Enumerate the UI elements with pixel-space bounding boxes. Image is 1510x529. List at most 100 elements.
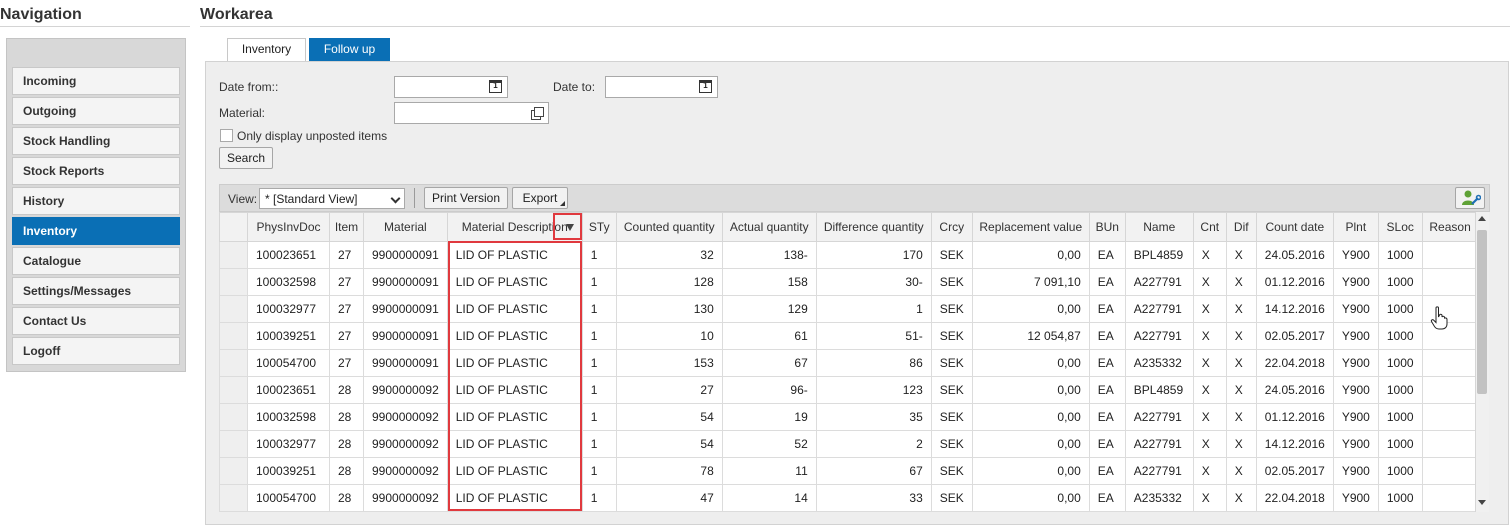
nav-item-outgoing[interactable]: Outgoing xyxy=(12,97,180,125)
col-header-cnt[interactable]: Cnt xyxy=(1192,212,1227,242)
row-selector[interactable] xyxy=(219,403,248,431)
cell-sloc: 1000 xyxy=(1377,349,1423,377)
cell-physinvdoc: 100039251 xyxy=(247,322,330,350)
cell-actual-quantity: 96- xyxy=(721,376,817,404)
nav-item-settings-messages[interactable]: Settings/Messages xyxy=(12,277,180,305)
col-header-material-description[interactable]: Material Description xyxy=(446,212,583,242)
calendar-icon[interactable]: 1 xyxy=(699,80,712,93)
tab-follow-up[interactable]: Follow up xyxy=(309,38,390,61)
col-header-sloc[interactable]: SLoc xyxy=(1377,212,1423,242)
material-input[interactable] xyxy=(394,102,549,124)
table-row[interactable]: 100032598 27 9900000091 LID OF PLASTIC 1 128 1… xyxy=(219,268,1479,296)
col-header-bun[interactable]: BUn xyxy=(1088,212,1126,242)
nav-item-logoff[interactable]: Logoff xyxy=(12,337,180,365)
date-from-input[interactable]: 1 xyxy=(394,76,508,98)
cell-counted-quantity: 47 xyxy=(615,484,723,512)
cell-name: A227791 xyxy=(1124,457,1194,485)
unposted-checkbox-label: Only display unposted items xyxy=(237,129,388,143)
view-select[interactable]: * [Standard View] xyxy=(259,188,405,209)
nav-item-inventory[interactable]: Inventory xyxy=(12,217,180,245)
cell-sloc: 1000 xyxy=(1377,430,1423,458)
col-header-actual-quantity[interactable]: Actual quantity xyxy=(721,212,817,242)
table-row[interactable]: 100032977 27 9900000091 LID OF PLASTIC 1 130 1… xyxy=(219,295,1479,323)
table-row[interactable]: 100054700 28 9900000092 LID OF PLASTIC 1 47 14… xyxy=(219,484,1479,512)
table-row[interactable]: 100032598 28 9900000092 LID OF PLASTIC 1 54 19… xyxy=(219,403,1479,431)
cell-reason xyxy=(1421,376,1479,404)
row-selector[interactable] xyxy=(219,430,248,458)
cell-physinvdoc: 100023651 xyxy=(247,376,330,404)
nav-item-stock-handling[interactable]: Stock Handling xyxy=(12,127,180,155)
col-header-dif[interactable]: Dif xyxy=(1225,212,1257,242)
table-row[interactable]: 100023651 27 9900000091 LID OF PLASTIC 1 32 13… xyxy=(219,241,1479,269)
cell-item: 28 xyxy=(329,376,364,404)
cell-name: BPL4859 xyxy=(1124,376,1194,404)
tab-inventory[interactable]: Inventory xyxy=(227,38,306,61)
table-row[interactable]: 100023651 28 9900000092 LID OF PLASTIC 1 27 96… xyxy=(219,376,1479,404)
row-selector[interactable] xyxy=(219,268,248,296)
col-header-difference-quantity[interactable]: Difference quantity xyxy=(815,212,932,242)
col-header-item[interactable]: Item xyxy=(329,212,364,242)
scroll-up-icon[interactable] xyxy=(1478,216,1486,221)
cell-cnt: X xyxy=(1192,241,1227,269)
cell-dif: X xyxy=(1225,349,1257,377)
col-header-counted-quantity[interactable]: Counted quantity xyxy=(615,212,723,242)
row-selector[interactable] xyxy=(219,457,248,485)
cell-material-description: LID OF PLASTIC xyxy=(446,268,583,296)
nav-item-contact-us[interactable]: Contact Us xyxy=(12,307,180,335)
date-to-input[interactable]: 1 xyxy=(605,76,718,98)
search-button[interactable]: Search xyxy=(219,147,273,169)
cell-count-date: 14.12.2016 xyxy=(1255,295,1334,323)
nav-item-history[interactable]: History xyxy=(12,187,180,215)
row-selector[interactable] xyxy=(219,241,248,269)
cell-material: 9900000092 xyxy=(363,457,448,485)
row-selector[interactable] xyxy=(219,376,248,404)
col-header-crcy[interactable]: Crcy xyxy=(930,212,973,242)
calendar-icon[interactable]: 1 xyxy=(489,80,502,93)
table-row[interactable]: 100054700 27 9900000091 LID OF PLASTIC 1 153 6… xyxy=(219,349,1479,377)
cell-count-date: 01.12.2016 xyxy=(1255,403,1334,431)
nav-item-incoming[interactable]: Incoming xyxy=(12,67,180,95)
cell-bun: EA xyxy=(1088,349,1126,377)
settings-button[interactable] xyxy=(1455,187,1485,209)
cell-material-description: LID OF PLASTIC xyxy=(446,349,583,377)
unposted-checkbox[interactable] xyxy=(220,129,233,142)
cell-count-date: 01.12.2016 xyxy=(1255,268,1334,296)
cell-sty: 1 xyxy=(581,241,617,269)
table-row[interactable]: 100039251 27 9900000091 LID OF PLASTIC 1 10 61… xyxy=(219,322,1479,350)
scroll-down-icon[interactable] xyxy=(1478,500,1486,505)
cell-bun: EA xyxy=(1088,430,1126,458)
cell-sty: 1 xyxy=(581,484,617,512)
cell-material-description: LID OF PLASTIC xyxy=(446,430,583,458)
col-header-plnt[interactable]: Plnt xyxy=(1332,212,1379,242)
export-button[interactable]: Export xyxy=(512,187,568,209)
cell-material-description: LID OF PLASTIC xyxy=(446,241,583,269)
row-selector[interactable] xyxy=(219,349,248,377)
value-help-icon[interactable] xyxy=(531,107,544,120)
col-header-sty[interactable]: STy xyxy=(581,212,617,242)
cell-counted-quantity: 32 xyxy=(615,241,723,269)
table-row[interactable]: 100032977 28 9900000092 LID OF PLASTIC 1 54 52… xyxy=(219,430,1479,458)
cell-dif: X xyxy=(1225,376,1257,404)
col-header-reason[interactable]: Reason xyxy=(1421,212,1479,242)
table-toolbar xyxy=(219,184,1490,212)
filter-icon[interactable] xyxy=(565,224,574,231)
print-version-button[interactable]: Print Version xyxy=(424,187,508,209)
row-selector[interactable] xyxy=(219,484,248,512)
cell-physinvdoc: 100039251 xyxy=(247,457,330,485)
col-header-replacement-value[interactable]: Replacement value xyxy=(971,212,1090,242)
scrollbar-thumb[interactable] xyxy=(1477,230,1487,394)
row-selector[interactable] xyxy=(219,322,248,350)
nav-item-catalogue[interactable]: Catalogue xyxy=(12,247,180,275)
cell-crcy: SEK xyxy=(930,349,973,377)
row-selector-header[interactable] xyxy=(219,212,248,242)
nav-item-stock-reports[interactable]: Stock Reports xyxy=(12,157,180,185)
cell-difference-quantity: 170 xyxy=(815,241,932,269)
col-header-name[interactable]: Name xyxy=(1124,212,1194,242)
cell-sloc: 1000 xyxy=(1377,376,1423,404)
row-selector[interactable] xyxy=(219,295,248,323)
col-header-count-date[interactable]: Count date xyxy=(1255,212,1334,242)
col-header-physinvdoc[interactable]: PhysInvDoc xyxy=(247,212,330,242)
col-header-material[interactable]: Material xyxy=(363,212,448,242)
table-row[interactable]: 100039251 28 9900000092 LID OF PLASTIC 1 78 11… xyxy=(219,457,1479,485)
cell-cnt: X xyxy=(1192,376,1227,404)
